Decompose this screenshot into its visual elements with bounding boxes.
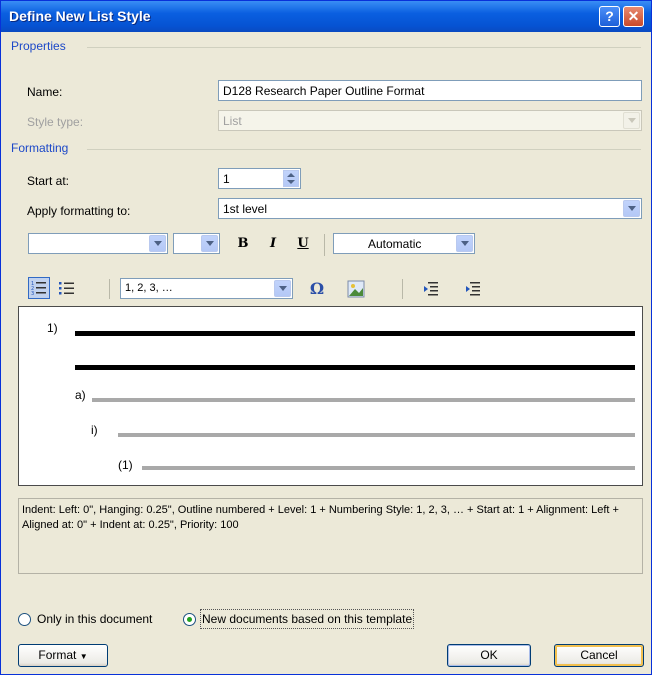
preview-line-level2 [92, 398, 635, 402]
start-at-value: 1 [223, 172, 230, 186]
preview-line-level3 [118, 433, 635, 437]
dialog-window: Define New List Style ? ✕ Properties Nam… [0, 0, 652, 675]
formatting-divider [87, 149, 641, 150]
italic-button[interactable]: I [263, 234, 283, 254]
name-label: Name: [27, 85, 63, 99]
picture-bullet-icon[interactable] [347, 280, 365, 298]
level2-number: a) [75, 388, 86, 402]
ok-button[interactable]: OK [447, 644, 531, 667]
style-type-select: List [218, 110, 642, 131]
level3-number: i) [91, 423, 98, 437]
toolbar-divider [324, 234, 325, 256]
decrease-indent-icon[interactable] [422, 280, 440, 298]
chevron-down-icon [623, 112, 640, 129]
only-document-radio[interactable] [18, 613, 31, 626]
apply-formatting-label: Apply formatting to: [27, 204, 131, 218]
cancel-button[interactable]: Cancel [554, 644, 644, 667]
format-button[interactable]: Format ▼ [18, 644, 108, 667]
chevron-down-icon[interactable] [456, 235, 473, 252]
level4-number: (1) [118, 458, 133, 472]
font-color-value: Automatic [368, 237, 422, 251]
name-field[interactable]: D128 Research Paper Outline Format [218, 80, 642, 101]
bulleted-list-icon[interactable] [57, 278, 77, 298]
level1-number: 1) [47, 321, 58, 335]
chevron-down-icon[interactable] [201, 235, 218, 252]
new-documents-label[interactable]: New documents based on this template [200, 609, 415, 629]
bold-button[interactable]: B [233, 234, 253, 254]
properties-section-label: Properties [11, 39, 66, 53]
start-at-label: Start at: [27, 174, 70, 188]
numbering-style-value: 1, 2, 3, … [125, 282, 173, 294]
formatting-section-label: Formatting [11, 141, 69, 155]
preview-line-level4 [142, 466, 635, 470]
triangle-down-icon: ▼ [79, 652, 88, 661]
toolbar-divider [402, 279, 403, 299]
spinner-icon[interactable] [283, 170, 299, 187]
close-icon[interactable]: ✕ [623, 6, 644, 27]
chevron-down-icon[interactable] [623, 200, 640, 217]
preview-line-level1 [75, 365, 635, 370]
format-button-label: Format [38, 648, 77, 662]
list-preview: 1) a) i) (1) [18, 306, 643, 486]
font-size-select[interactable] [173, 233, 220, 254]
style-type-label: Style type: [27, 115, 84, 129]
new-documents-radio[interactable] [183, 613, 196, 626]
only-document-label[interactable]: Only in this document [37, 612, 152, 626]
numbered-list-icon[interactable]: 1 2 3 [28, 277, 50, 299]
underline-button[interactable]: U [293, 234, 313, 254]
svg-text:3: 3 [31, 291, 34, 297]
toolbar-divider [109, 279, 110, 299]
numbering-style-select[interactable]: 1, 2, 3, … [120, 278, 293, 299]
font-name-select[interactable] [28, 233, 168, 254]
preview-line-level1 [75, 331, 635, 336]
chevron-down-icon[interactable] [149, 235, 166, 252]
help-icon[interactable]: ? [599, 6, 620, 27]
dialog-title: Define New List Style [9, 8, 151, 24]
increase-indent-icon[interactable] [464, 280, 482, 298]
style-type-value: List [223, 114, 242, 128]
font-color-select[interactable]: Automatic [333, 233, 475, 254]
apply-formatting-value: 1st level [223, 202, 268, 216]
symbol-icon[interactable]: Ω [307, 279, 327, 299]
chevron-down-icon[interactable] [274, 280, 291, 297]
properties-divider [87, 47, 641, 48]
title-bar[interactable]: Define New List Style ? ✕ [1, 1, 651, 32]
apply-formatting-select[interactable]: 1st level [218, 198, 642, 219]
style-description: Indent: Left: 0", Hanging: 0.25", Outlin… [18, 498, 643, 574]
start-at-stepper[interactable]: 1 [218, 168, 301, 189]
